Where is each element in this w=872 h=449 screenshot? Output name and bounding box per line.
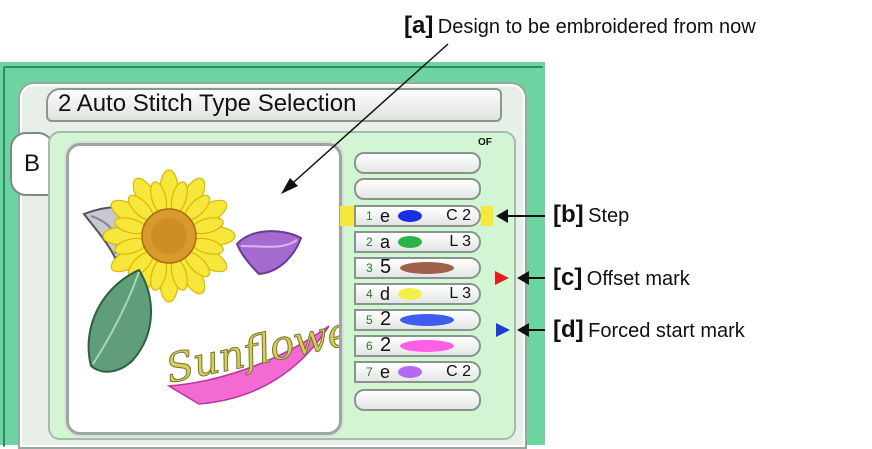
callout-d-key: [d] bbox=[553, 316, 584, 343]
callout-d-text: Forced start mark bbox=[588, 320, 745, 342]
callout-d: [d] Forced start mark bbox=[553, 316, 745, 344]
callout-b-key: [b] bbox=[553, 201, 584, 228]
arrow-d-head bbox=[517, 323, 529, 337]
callout-b-text: Step bbox=[588, 205, 630, 227]
callout-b: [b] Step bbox=[553, 201, 629, 229]
arrow-b-head bbox=[496, 209, 508, 223]
offset-mark-triangle bbox=[495, 271, 509, 285]
arrow-c-head bbox=[517, 271, 529, 285]
callout-a-key: [a] bbox=[404, 12, 434, 39]
callout-c-text: Offset mark bbox=[586, 268, 690, 290]
callout-c: [c] Offset mark bbox=[553, 264, 690, 292]
callout-c-key: [c] bbox=[553, 264, 583, 291]
callout-a-text: Design to be embroidered from now bbox=[437, 16, 756, 38]
callout-a: [a] Design to be embroidered from now bbox=[404, 12, 756, 40]
callout-lines bbox=[281, 43, 545, 337]
forced-start-mark-triangle bbox=[496, 323, 510, 337]
